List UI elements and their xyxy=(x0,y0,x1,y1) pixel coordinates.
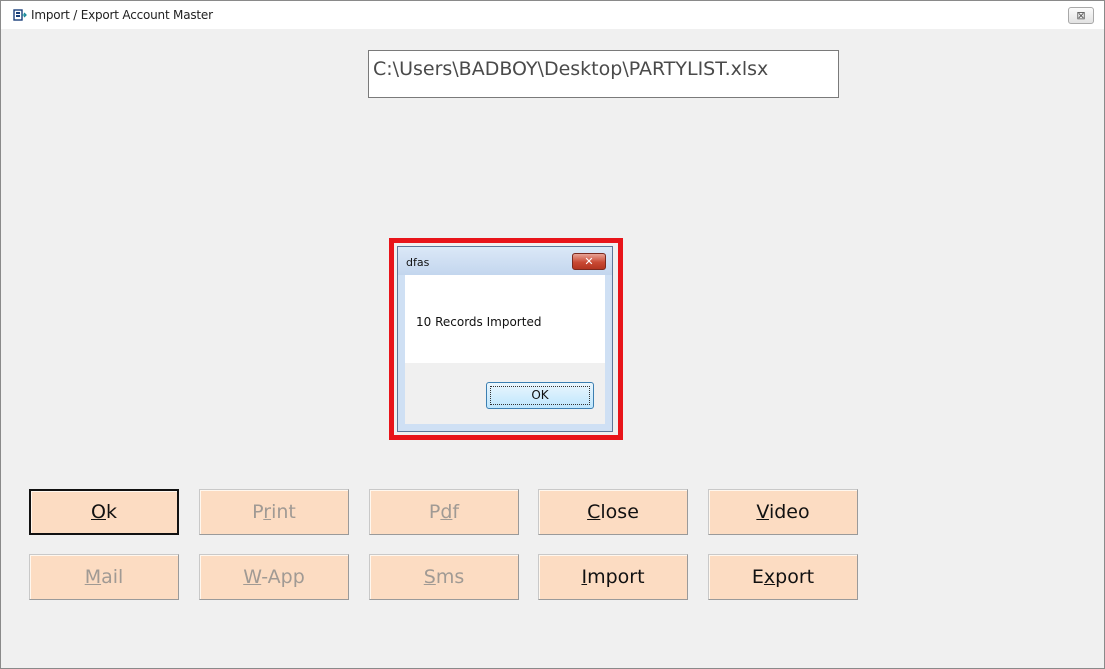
dialog-ok-button[interactable]: OK xyxy=(486,382,594,409)
close-icon: ✕ xyxy=(584,255,594,268)
window-close-button[interactable]: ⊠ xyxy=(1068,7,1094,24)
video-button[interactable]: Video xyxy=(708,489,858,535)
sms-button[interactable]: Sms xyxy=(369,554,519,600)
close-label-key: C xyxy=(587,501,601,523)
sms-label-post: ms xyxy=(435,566,465,588)
sms-label-key: S xyxy=(423,566,436,588)
dialog-footer: OK xyxy=(405,363,605,424)
app-icon xyxy=(13,9,27,21)
video-label-key: V xyxy=(756,501,769,523)
dialog-close-button[interactable]: ✕ xyxy=(572,253,606,270)
mail-label-post: ail xyxy=(101,566,124,588)
close-label-post: lose xyxy=(600,501,639,523)
pdf-label-post: f xyxy=(452,501,460,523)
ok-label-key: O xyxy=(91,501,106,523)
print-label-pre: P xyxy=(252,501,264,523)
mail-button[interactable]: Mail xyxy=(29,554,179,600)
print-label-post: int xyxy=(271,501,296,523)
message-dialog: dfas ✕ 10 Records Imported OK xyxy=(397,246,613,432)
export-button[interactable]: Export xyxy=(708,554,858,600)
title-bar: Import / Export Account Master ⊠ xyxy=(1,1,1104,29)
wapp-label-key: W xyxy=(243,566,262,588)
window-title: Import / Export Account Master xyxy=(31,8,213,22)
focus-rect xyxy=(490,386,590,405)
mail-label-key: M xyxy=(84,566,102,588)
dialog-title-bar: dfas ✕ xyxy=(398,247,612,275)
import-button[interactable]: Import xyxy=(538,554,688,600)
ok-label-post: k xyxy=(105,501,117,523)
dialog-message: 10 Records Imported xyxy=(416,315,542,329)
print-label-key: r xyxy=(263,501,272,523)
video-label-post: ideo xyxy=(768,501,810,523)
close-icon: ⊠ xyxy=(1076,9,1086,22)
export-label-pre: E xyxy=(751,566,764,588)
ok-button[interactable]: Ok xyxy=(29,489,179,535)
dialog-title: dfas xyxy=(406,256,430,269)
wapp-label-post: -App xyxy=(261,566,305,588)
pdf-button[interactable]: Pdf xyxy=(369,489,519,535)
export-label-post: port xyxy=(775,566,815,588)
pdf-label-pre: P xyxy=(428,501,441,523)
close-button[interactable]: Close xyxy=(538,489,688,535)
print-button[interactable]: Print xyxy=(199,489,349,535)
dialog-body: 10 Records Imported xyxy=(405,275,605,363)
export-label-key: x xyxy=(763,566,776,588)
file-path-field[interactable]: C:\Users\BADBOY\Desktop\PARTYLIST.xlsx xyxy=(368,50,839,98)
pdf-label-key: d xyxy=(440,501,453,523)
whatsapp-button[interactable]: W-App xyxy=(199,554,349,600)
import-label-post: mport xyxy=(587,566,645,588)
